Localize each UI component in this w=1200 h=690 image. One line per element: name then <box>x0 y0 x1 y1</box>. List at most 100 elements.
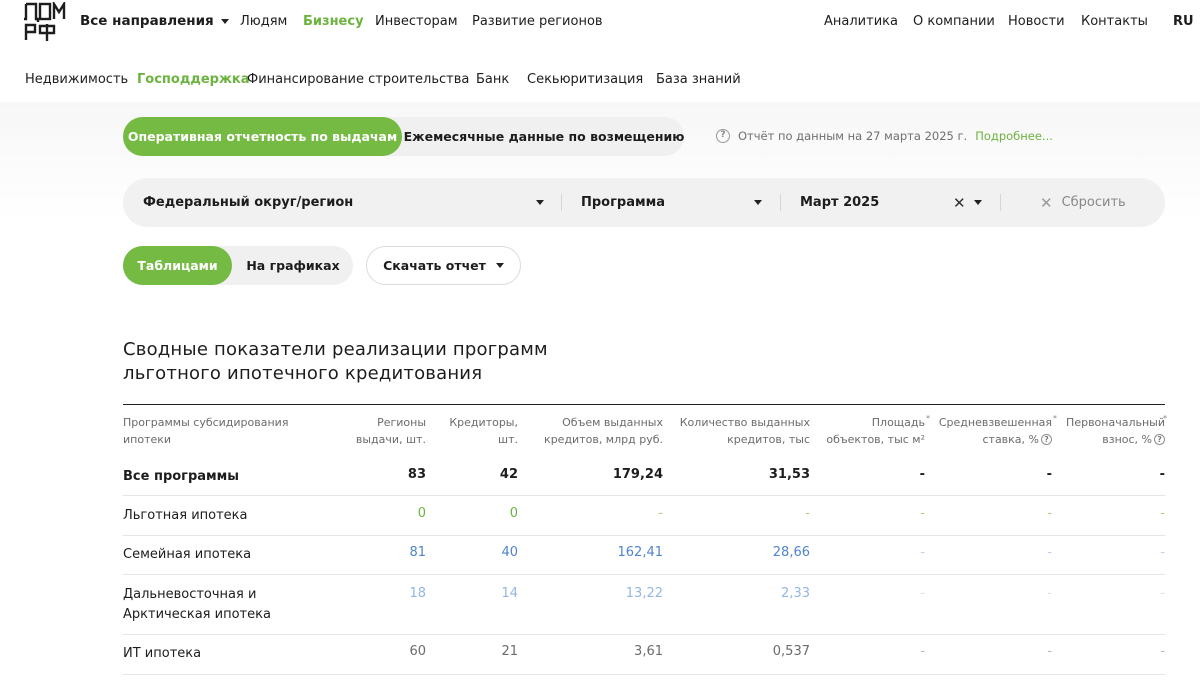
subnav-state-support[interactable]: Господдержка <box>137 72 250 87</box>
cell-regions: 18 <box>409 586 426 601</box>
divider <box>561 194 562 211</box>
cell-lenders: 0 <box>509 506 518 521</box>
header-volume: Объем выданных кредитов, млрд руб. <box>544 416 663 446</box>
table-row-total: Все программы 83 42 179,24 31,53 - - - <box>123 458 1165 496</box>
chevron-down-icon <box>220 18 229 24</box>
nav-regions[interactable]: Развитие регионов <box>472 14 603 29</box>
tab-tables[interactable]: Таблицами <box>123 246 232 285</box>
table-row[interactable]: Дальневосточная и Арктическая ипотека 18… <box>123 575 1165 635</box>
question-icon[interactable]: ? <box>1154 434 1165 445</box>
tab-charts[interactable]: На графиках <box>234 246 352 285</box>
subnav-construction-finance[interactable]: Финансирование строительства <box>247 72 469 87</box>
cell-regions: 83 <box>407 467 426 482</box>
table-header-rule <box>123 404 1165 405</box>
row-name: Дальневосточная и Арктическая ипотека <box>123 587 271 622</box>
table-row[interactable]: Льготная ипотека 0 0 - - - - - <box>123 496 1165 536</box>
divider <box>1000 194 1001 211</box>
header-regions: Регионы выдачи, шт. <box>355 416 426 446</box>
table-row[interactable]: ИТ ипотека 60 21 3,61 0,537 - - - <box>123 635 1165 675</box>
cell-downpayment: - <box>1160 506 1165 521</box>
cell-count: 28,66 <box>772 545 810 560</box>
nav-people[interactable]: Людям <box>240 14 287 29</box>
cell-downpayment: - <box>1160 545 1165 560</box>
cell-lenders: 21 <box>501 644 518 659</box>
header-area: * Площадь объектов, тыс м² <box>826 414 930 446</box>
row-name: Льготная ипотека <box>123 508 248 523</box>
divider <box>780 194 781 211</box>
cell-area: - <box>920 545 925 560</box>
cell-lenders: 42 <box>499 467 518 482</box>
chevron-down-icon <box>495 263 504 268</box>
download-label: Скачать отчет <box>383 258 486 273</box>
view-mode-switch: Таблицами На графиках <box>123 246 353 285</box>
period-select-value: Март 2025 <box>800 195 880 210</box>
cell-rate: - <box>1047 644 1052 659</box>
header-lenders: Кредиторы, шт. <box>449 416 518 446</box>
cell-volume: 3,61 <box>634 644 663 659</box>
cell-regions: 0 <box>417 506 426 521</box>
filter-bar: Федеральный округ/регион Программа Март … <box>123 178 1165 227</box>
top-header: Все направления Людям Бизнесу Инвесторам… <box>0 0 1200 44</box>
cell-downpayment: - <box>1160 586 1165 601</box>
close-icon: ✕ <box>1040 193 1053 212</box>
nav-about[interactable]: О компании <box>913 14 995 29</box>
chevron-down-icon[interactable] <box>974 200 982 205</box>
cell-count: 31,53 <box>768 467 810 482</box>
chevron-down-icon[interactable] <box>754 200 762 205</box>
cell-volume: 162,41 <box>617 545 664 560</box>
row-name: Семейная ипотека <box>123 547 252 562</box>
row-name: ИТ ипотека <box>123 646 202 661</box>
more-link[interactable]: Подробнее... <box>975 129 1053 143</box>
subnav-bank[interactable]: Банк <box>476 72 509 87</box>
cell-rate: - <box>1047 545 1052 560</box>
cell-rate: - <box>1046 467 1052 482</box>
cell-lenders: 40 <box>501 545 518 560</box>
nav-analytics[interactable]: Аналитика <box>824 14 898 29</box>
header-count: Количество выданных кредитов, тыс <box>679 416 810 446</box>
subnav-realty[interactable]: Недвижимость <box>25 72 128 87</box>
tab-monthly-report[interactable]: Ежемесячные данные по возмещению <box>404 117 685 156</box>
nav-investors[interactable]: Инвесторам <box>375 14 458 29</box>
subnav-knowledge-base[interactable]: База знаний <box>656 72 741 87</box>
period-select[interactable]: Март 2025 <box>800 178 879 227</box>
cell-area: - <box>920 586 925 601</box>
cell-area: - <box>920 506 925 521</box>
program-select-label: Программа <box>581 195 666 210</box>
question-icon[interactable]: ? <box>716 129 730 143</box>
cell-count: - <box>805 506 810 521</box>
download-report-button[interactable]: Скачать отчет <box>366 246 521 285</box>
domrf-logo[interactable] <box>24 2 68 42</box>
cell-rate: - <box>1047 506 1052 521</box>
cell-area: - <box>920 644 925 659</box>
region-select[interactable]: Федеральный округ/регион <box>143 178 353 227</box>
cell-volume: - <box>658 506 663 521</box>
directions-label: Все направления <box>80 13 214 29</box>
reset-filters-button[interactable]: ✕ Сбросить <box>1040 178 1126 227</box>
directions-dropdown[interactable]: Все направления <box>80 13 229 29</box>
report-date-info: ? Отчёт по данным на 27 марта 2025 г. По… <box>716 129 1053 143</box>
nav-business[interactable]: Бизнесу <box>303 14 364 29</box>
region-select-label: Федеральный округ/регион <box>143 195 354 210</box>
table-row[interactable]: Семейная ипотека 81 40 162,41 28,66 - - … <box>123 536 1165 575</box>
language-selector[interactable]: RU <box>1173 14 1200 29</box>
nav-contacts[interactable]: Контакты <box>1081 14 1148 29</box>
cell-volume: 13,22 <box>625 586 663 601</box>
cell-count: 2,33 <box>781 586 810 601</box>
subnav-securitization[interactable]: Секьюритизация <box>527 72 643 87</box>
section-title: Сводные показатели реализации программ л… <box>123 338 593 386</box>
header-downpayment: * Первоначальный взнос, %? <box>1066 414 1167 446</box>
clear-period-icon[interactable]: ✕ <box>953 194 966 212</box>
header-rate: * Средневзвешенная ставка, %? <box>938 414 1057 446</box>
cell-count: 0,537 <box>772 644 810 659</box>
tab-operational-report[interactable]: Оперативная отчетность по выдачам <box>123 117 402 156</box>
report-type-switch: Оперативная отчетность по выдачам Ежемес… <box>123 117 684 156</box>
question-icon[interactable]: ? <box>1041 434 1052 445</box>
program-select[interactable]: Программа <box>581 178 665 227</box>
language-label: RU <box>1173 14 1194 29</box>
nav-news[interactable]: Новости <box>1008 14 1065 29</box>
reset-label: Сбросить <box>1061 195 1126 210</box>
chevron-down-icon[interactable] <box>536 200 544 205</box>
cell-regions: 81 <box>409 545 426 560</box>
cell-volume: 179,24 <box>612 467 663 482</box>
cell-lenders: 14 <box>501 586 518 601</box>
